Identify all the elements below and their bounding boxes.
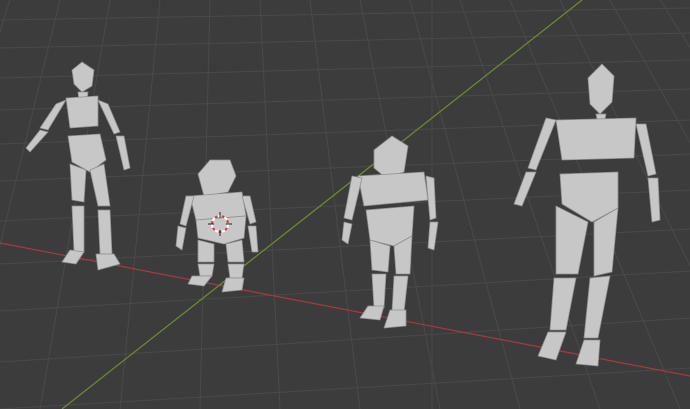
3d-viewport[interactable] (0, 0, 690, 409)
mannequin-small[interactable] (175, 159, 259, 293)
mannequin-slim[interactable] (25, 61, 131, 271)
mannequin-tall[interactable] (513, 63, 661, 367)
viewport-scene[interactable] (0, 0, 690, 409)
